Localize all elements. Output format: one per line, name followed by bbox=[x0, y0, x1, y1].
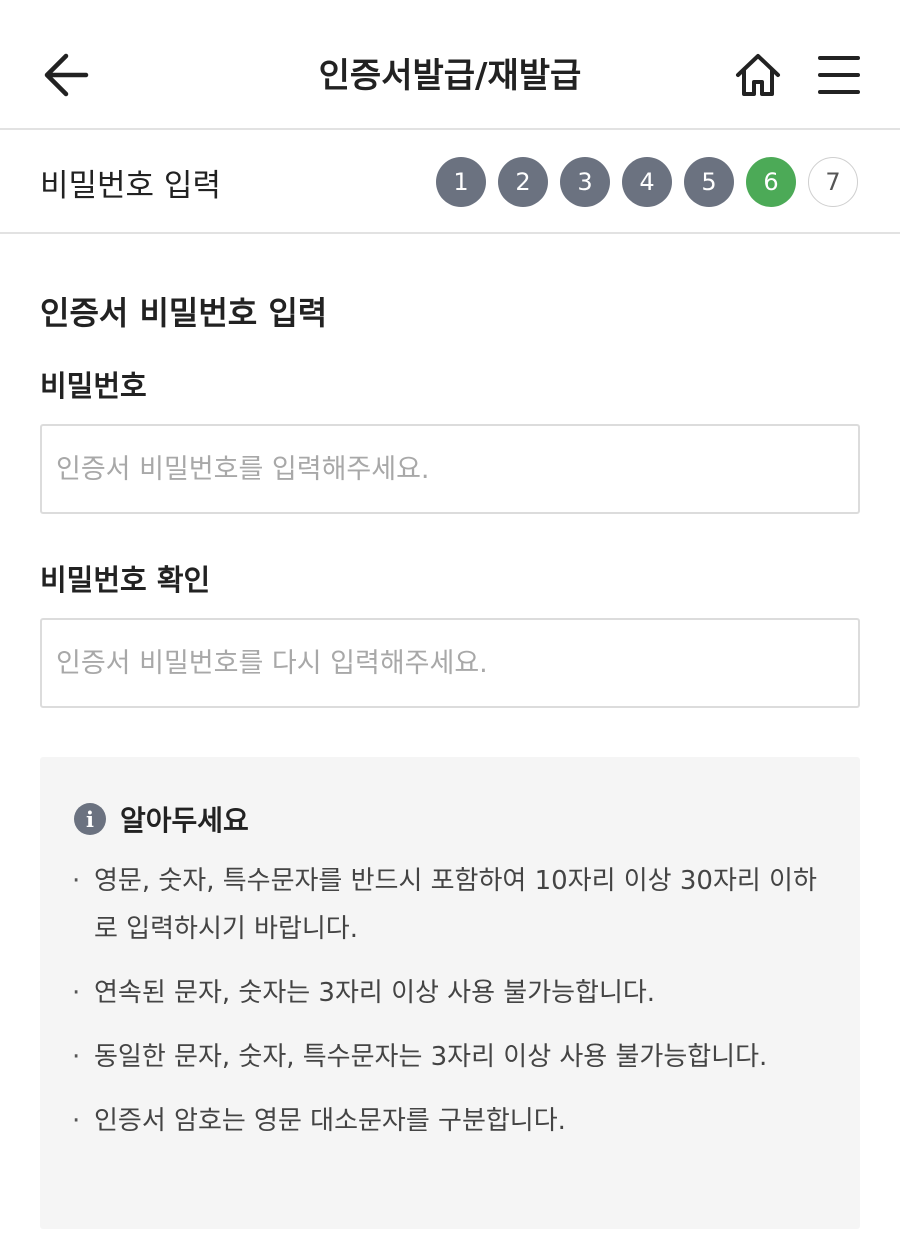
notice-title: 알아두세요 bbox=[120, 804, 249, 837]
step-5: 5 bbox=[684, 157, 734, 207]
step-indicator: 1 2 3 4 5 6 7 bbox=[436, 157, 858, 207]
notice-item: 인증서 암호는 영문 대소문자를 구분합니다. bbox=[70, 1097, 830, 1145]
notice-header: i 알아두세요 bbox=[74, 799, 249, 839]
step-4: 4 bbox=[622, 157, 672, 207]
notice-box: i 알아두세요 영문, 숫자, 특수문자를 반드시 포함하여 10자리 이상 3… bbox=[40, 757, 860, 1229]
password-confirm-input[interactable] bbox=[40, 618, 860, 708]
step-title: 비밀번호 입력 bbox=[40, 168, 221, 204]
step-3: 3 bbox=[560, 157, 610, 207]
home-button[interactable] bbox=[730, 48, 786, 104]
password-confirm-label: 비밀번호 확인 bbox=[40, 563, 211, 597]
top-header: 인증서발급/재발급 bbox=[0, 0, 900, 130]
step-1: 1 bbox=[436, 157, 486, 207]
step-2: 2 bbox=[498, 157, 548, 207]
step-7: 7 bbox=[808, 157, 858, 207]
hamburger-menu-icon bbox=[818, 56, 860, 94]
notice-item: 동일한 문자, 숫자, 특수문자는 3자리 이상 사용 불가능합니다. bbox=[70, 1033, 830, 1081]
section-title: 인증서 비밀번호 입력 bbox=[40, 294, 328, 332]
step-indicator-row: 비밀번호 입력 1 2 3 4 5 6 7 bbox=[0, 132, 900, 234]
app-screen: 인증서발급/재발급 비밀번호 입력 1 2 3 4 5 6 7 인증서 비밀번호… bbox=[0, 0, 900, 1256]
home-icon bbox=[736, 54, 780, 96]
notice-item: 영문, 숫자, 특수문자를 반드시 포함하여 10자리 이상 30자리 이하로 … bbox=[70, 857, 830, 953]
notice-list: 영문, 숫자, 특수문자를 반드시 포함하여 10자리 이상 30자리 이하로 … bbox=[70, 857, 830, 1161]
password-input[interactable] bbox=[40, 424, 860, 514]
notice-item: 연속된 문자, 숫자는 3자리 이상 사용 불가능합니다. bbox=[70, 969, 830, 1017]
menu-button[interactable] bbox=[814, 52, 864, 98]
password-label: 비밀번호 bbox=[40, 369, 147, 403]
info-icon: i bbox=[74, 803, 106, 835]
step-6-current: 6 bbox=[746, 157, 796, 207]
